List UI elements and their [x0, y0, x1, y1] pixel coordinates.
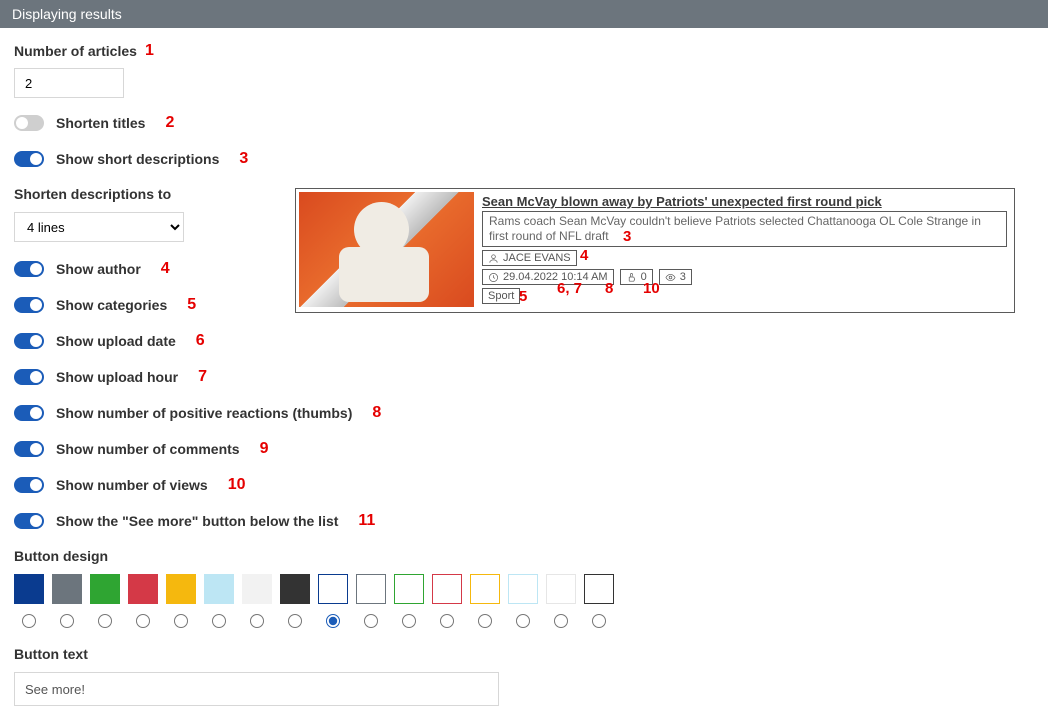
toggle-show-upload-hour[interactable] — [14, 369, 44, 385]
annotation-4: 4 — [161, 260, 170, 278]
swatch-0[interactable] — [14, 574, 44, 604]
button-text-group: Button text — [14, 646, 1034, 706]
annotation-7: 7 — [198, 368, 207, 386]
toggle-show-upload-date[interactable] — [14, 333, 44, 349]
toggle-show-thumbs[interactable] — [14, 405, 44, 421]
swatch-4[interactable] — [166, 574, 196, 604]
num-articles-label: Number of articles — [14, 43, 137, 59]
swatch-radio-9[interactable] — [356, 614, 386, 628]
annotation-9: 9 — [260, 440, 269, 458]
thumbs-up-icon — [626, 272, 637, 283]
annotation-6: 6 — [196, 332, 205, 350]
toggle-show-comments[interactable] — [14, 441, 44, 457]
toggle-show-upload-date-label: Show upload date — [56, 333, 176, 349]
toggle-shorten-titles-label: Shorten titles — [56, 115, 145, 131]
swatch-12[interactable] — [470, 574, 500, 604]
toggle-shorten-titles[interactable] — [14, 115, 44, 131]
num-articles-input[interactable] — [14, 68, 124, 98]
swatch-11[interactable] — [432, 574, 462, 604]
annotation-11: 11 — [358, 512, 375, 530]
button-design-label: Button design — [14, 548, 1034, 564]
swatch-radio-3[interactable] — [128, 614, 158, 628]
toggle-show-thumbs-label: Show number of positive reactions (thumb… — [56, 405, 352, 421]
swatch-9[interactable] — [356, 574, 386, 604]
article-preview-views-text: 3 — [680, 271, 686, 283]
radio-row — [14, 614, 1034, 628]
swatch-radio-5[interactable] — [204, 614, 234, 628]
annotation-3: 3 — [239, 150, 248, 168]
swatch-radio-12[interactable] — [470, 614, 500, 628]
toggle-show-short-desc-label: Show short descriptions — [56, 151, 219, 167]
swatch-radio-15[interactable] — [584, 614, 614, 628]
article-preview-category: Sport — [482, 288, 520, 304]
toggle-show-categories[interactable] — [14, 297, 44, 313]
article-preview-datetime-text: 29.04.2022 10:14 AM — [503, 271, 608, 283]
swatch-8[interactable] — [318, 574, 348, 604]
swatch-radio-14[interactable] — [546, 614, 576, 628]
article-preview-datetime: 29.04.2022 10:14 AM — [482, 269, 614, 285]
swatch-radio-7[interactable] — [280, 614, 310, 628]
button-text-label: Button text — [14, 646, 1034, 662]
toggle-show-categories-label: Show categories — [56, 297, 167, 313]
swatch-3[interactable] — [128, 574, 158, 604]
annotation-5: 5 — [187, 296, 196, 314]
swatch-radio-2[interactable] — [90, 614, 120, 628]
clock-icon — [488, 272, 499, 283]
annotation-preview-3: 3 — [623, 228, 631, 247]
swatch-2[interactable] — [90, 574, 120, 604]
swatch-1[interactable] — [52, 574, 82, 604]
article-preview-views: 3 — [659, 269, 692, 285]
swatch-radio-0[interactable] — [14, 614, 44, 628]
annotation-10: 10 — [228, 476, 246, 494]
article-preview-title[interactable]: Sean McVay blown away by Patriots' unexp… — [482, 194, 1007, 209]
toggle-show-see-more-label: Show the "See more" button below the lis… — [56, 513, 338, 529]
swatch-radio-13[interactable] — [508, 614, 538, 628]
annotation-2: 2 — [165, 114, 174, 132]
annotation-8: 8 — [372, 404, 381, 422]
article-preview-image — [299, 192, 474, 307]
toggle-show-comments-label: Show number of comments — [56, 441, 240, 457]
swatch-6[interactable] — [242, 574, 272, 604]
panel-header: Displaying results — [0, 0, 1048, 28]
article-preview-thumbs-text: 0 — [641, 271, 647, 283]
toggle-show-author-label: Show author — [56, 261, 141, 277]
button-text-input[interactable] — [14, 672, 499, 706]
toggle-show-author[interactable] — [14, 261, 44, 277]
panel-title: Displaying results — [12, 6, 122, 22]
annotation-1: 1 — [145, 42, 154, 60]
num-articles-group: Number of articles 1 — [14, 42, 1034, 98]
toggle-show-short-desc[interactable] — [14, 151, 44, 167]
swatch-radio-6[interactable] — [242, 614, 272, 628]
swatch-5[interactable] — [204, 574, 234, 604]
toggle-show-views-label: Show number of views — [56, 477, 208, 493]
toggle-show-views[interactable] — [14, 477, 44, 493]
swatch-7[interactable] — [280, 574, 310, 604]
swatch-14[interactable] — [546, 574, 576, 604]
toggle-show-upload-hour-label: Show upload hour — [56, 369, 178, 385]
swatch-row — [14, 574, 1034, 604]
swatch-radio-11[interactable] — [432, 614, 462, 628]
article-preview-card: Sean McVay blown away by Patriots' unexp… — [295, 188, 1015, 313]
swatch-radio-1[interactable] — [52, 614, 82, 628]
article-preview-desc-text: Rams coach Sean McVay couldn't believe P… — [489, 214, 981, 243]
shorten-desc-select[interactable]: 4 lines — [14, 212, 184, 242]
eye-icon — [665, 272, 676, 283]
swatch-radio-10[interactable] — [394, 614, 424, 628]
panel-body: Number of articles 1 Shorten titles 2 Sh… — [0, 28, 1048, 720]
annotation-preview-4: 4 — [580, 247, 588, 264]
user-icon — [488, 253, 499, 264]
swatch-radio-4[interactable] — [166, 614, 196, 628]
swatch-radio-8[interactable] — [318, 614, 348, 628]
button-design-group: Button design — [14, 548, 1034, 628]
swatch-15[interactable] — [584, 574, 614, 604]
article-preview-author: JACE EVANS — [482, 250, 577, 266]
swatch-10[interactable] — [394, 574, 424, 604]
article-preview-desc: Rams coach Sean McVay couldn't believe P… — [482, 211, 1007, 247]
article-preview-thumbs: 0 — [620, 269, 653, 285]
swatch-13[interactable] — [508, 574, 538, 604]
toggle-show-see-more[interactable] — [14, 513, 44, 529]
article-preview-author-text: JACE EVANS — [503, 252, 571, 264]
article-preview-body: Sean McVay blown away by Patriots' unexp… — [482, 192, 1011, 309]
